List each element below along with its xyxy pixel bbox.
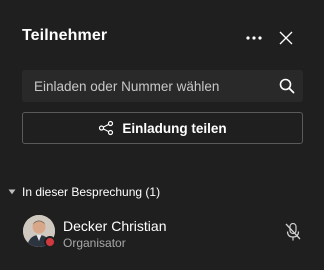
participant-role: Organisator [63,236,126,250]
more-horizontal-icon [246,36,262,40]
search-box [22,70,303,102]
status-badge [44,236,56,248]
section-in-meeting-header[interactable]: In dieser Besprechung (1) [8,184,160,200]
participant-item[interactable]: Decker Christian Organisator [20,212,310,252]
share-invitation-button[interactable]: Einladung teilen [22,112,303,144]
share-invitation-label: Einladung teilen [122,120,227,136]
search-input[interactable] [22,70,271,102]
close-icon [279,31,293,45]
close-button[interactable] [276,28,296,48]
more-options-button[interactable] [242,28,266,48]
section-label: In dieser Besprechung (1) [22,185,161,199]
search-icon[interactable] [271,70,303,102]
participants-panel: Teilnehmer Einladung teilen [0,0,324,270]
mic-off-icon [283,221,303,243]
participant-name: Decker Christian [63,218,167,234]
share-icon [99,120,114,136]
panel-title: Teilnehmer [22,27,108,44]
caret-down-icon [8,188,16,196]
